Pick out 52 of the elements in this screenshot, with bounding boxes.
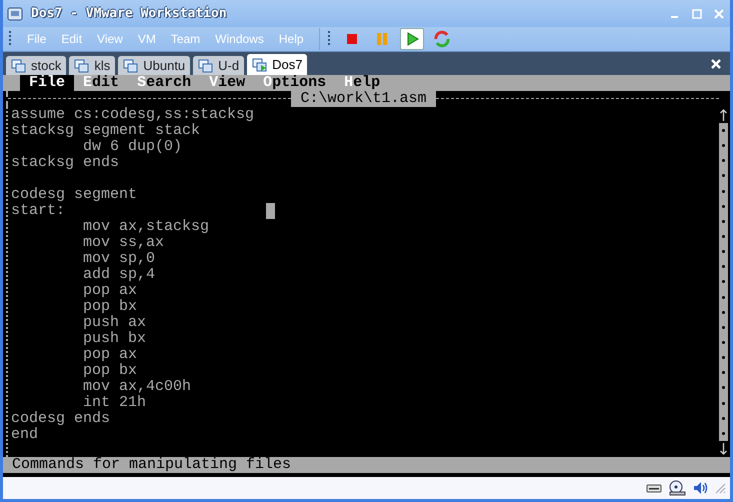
vm-icon [123, 58, 138, 72]
tab[interactable]: stock [6, 56, 66, 75]
up-arrow-icon[interactable] [719, 107, 728, 123]
toolbar-grip [328, 31, 330, 47]
code-line: pop bx [82, 363, 138, 379]
menu-item[interactable]: Help [335, 75, 390, 91]
code-line: stacksg ends [11, 155, 120, 171]
status-text: Commands for manipulating files [3, 457, 730, 473]
vm-icon [198, 58, 214, 72]
code-line: pop bx [82, 299, 138, 315]
code-line: add sp,4 [82, 267, 156, 283]
code-line: dw 6 dup(0) [82, 139, 182, 155]
vm-icon [252, 58, 268, 72]
code-line: push ax [82, 315, 146, 331]
code-line: mov ax,stacksg [82, 219, 210, 235]
menu-item[interactable]: View [200, 75, 254, 91]
code-line: mov sp,0 [82, 251, 156, 267]
code-line: pop ax [82, 347, 138, 363]
tab[interactable]: U-d [193, 56, 244, 75]
window-title: Dos7 - VMware Workstation [31, 6, 228, 21]
tab[interactable]: kls [69, 56, 116, 75]
menu-item[interactable]: File [20, 75, 74, 91]
code-line: mov ss,ax [82, 235, 164, 251]
tab[interactable]: Dos7 [247, 54, 308, 75]
play-button[interactable] [400, 28, 424, 50]
code-line: int 21h [82, 395, 146, 411]
tab[interactable]: Ubuntu [118, 56, 190, 75]
code-line: start: [11, 203, 66, 219]
code-line: pop ax [82, 283, 138, 299]
vm-icon [74, 58, 90, 72]
text-cursor [266, 203, 275, 219]
refresh-icon [432, 30, 451, 48]
drive-icon[interactable] [646, 482, 662, 494]
speaker-icon[interactable] [692, 480, 708, 496]
close-tab-icon[interactable] [710, 58, 722, 70]
down-arrow-icon[interactable] [719, 441, 728, 457]
code-line: mov ax,4c00h [82, 379, 192, 395]
app-icon [7, 6, 23, 20]
menu-item[interactable]: Search [128, 75, 200, 91]
code-line: codesg segment [11, 187, 138, 203]
disk-icon[interactable] [668, 480, 686, 496]
vm-icon [11, 58, 26, 72]
code-line: stacksg segment stack [11, 123, 200, 139]
file-title: C:\work\t1.asm [291, 91, 436, 107]
scrollbar[interactable] [719, 107, 728, 457]
code-line: assume cs:codesg,ss:stacksg [11, 107, 254, 123]
code-line: push bx [82, 331, 146, 347]
menu-item[interactable]: Edit [74, 75, 128, 91]
code-line: codesg ends [11, 411, 110, 427]
code-line: end [11, 427, 38, 443]
menu-item[interactable]: Options [254, 75, 336, 91]
resize-grip-icon[interactable] [714, 482, 726, 494]
